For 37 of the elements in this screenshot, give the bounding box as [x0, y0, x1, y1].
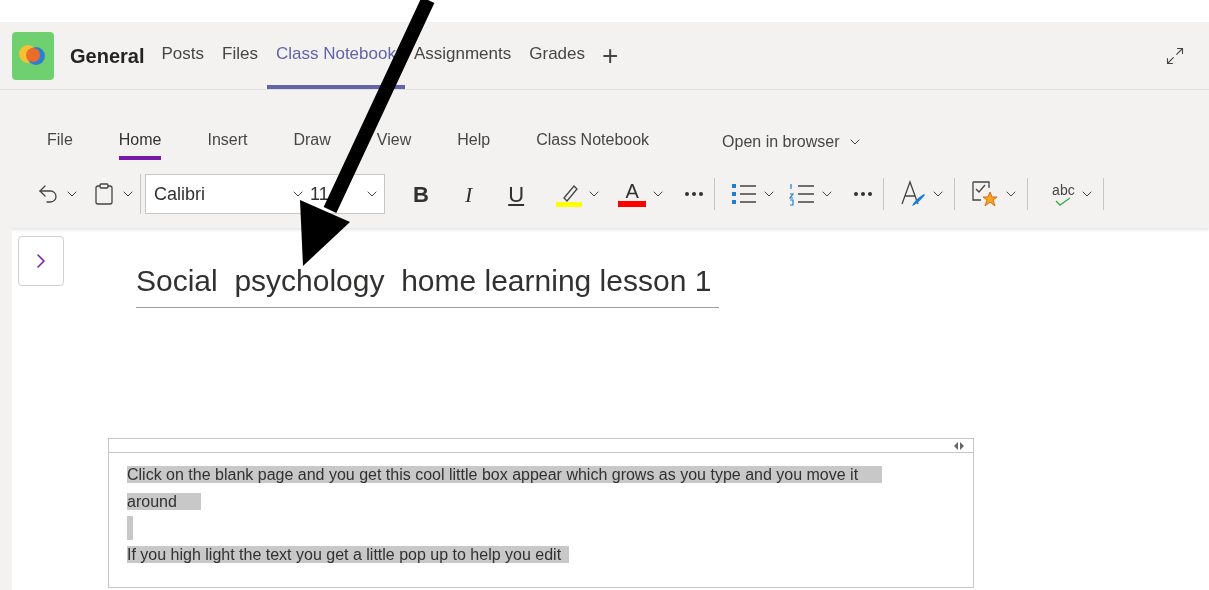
numbered-list-icon	[789, 182, 816, 206]
styles-brush-icon	[900, 180, 927, 208]
underline-button[interactable]: U	[508, 177, 525, 211]
ribbon-tab[interactable]: View	[376, 124, 412, 160]
chat-bubbles-logo	[12, 31, 54, 80]
channel-tab[interactable]: Grades	[520, 22, 594, 89]
channel-tab[interactable]: Assignments	[404, 22, 521, 89]
bullet-list-icon	[731, 182, 758, 206]
font-color-letter: A	[625, 181, 639, 201]
ribbon-tab[interactable]: File	[47, 124, 73, 160]
font-color-button[interactable]: A	[618, 181, 667, 207]
font-dropdown[interactable]: Calibri 11	[145, 174, 385, 214]
ribbon-tab[interactable]: Draw	[293, 124, 331, 160]
channel-tab[interactable]: Posts	[152, 22, 213, 89]
font-name: Calibri	[153, 182, 206, 206]
ribbon-tab[interactable]: Help	[457, 124, 491, 160]
italic-button[interactable]: I	[464, 177, 473, 211]
ribbon-tab[interactable]: Home	[118, 124, 162, 160]
expand-icon[interactable]	[1165, 45, 1185, 66]
blank-line-highlight	[127, 516, 133, 540]
channel-name: General	[70, 43, 145, 69]
open-in-browser-button[interactable]: Open in browser	[722, 130, 864, 154]
add-tab-button[interactable]: +	[594, 22, 627, 89]
note-text: If you high light the text you get a little pop up to help you edit	[127, 541, 903, 568]
checkbox-star-icon	[971, 180, 1000, 208]
page-title: Social psychology home learning lesson 1	[136, 258, 720, 308]
bold-button[interactable]: B	[413, 177, 429, 211]
resize-handle-icon[interactable]	[953, 441, 965, 450]
channel-tab[interactable]: Files	[213, 22, 267, 89]
ribbon-tab[interactable]: Insert	[207, 124, 248, 160]
font-size: 11	[309, 182, 330, 206]
spelling-label: abc	[1052, 182, 1075, 197]
clipboard-icon	[92, 182, 116, 206]
spelling-button[interactable]: abc	[1052, 182, 1095, 206]
check-icon	[1055, 196, 1072, 206]
ribbon-tab[interactable]: Class Notebook	[536, 124, 650, 160]
font-color-bar	[618, 201, 647, 207]
